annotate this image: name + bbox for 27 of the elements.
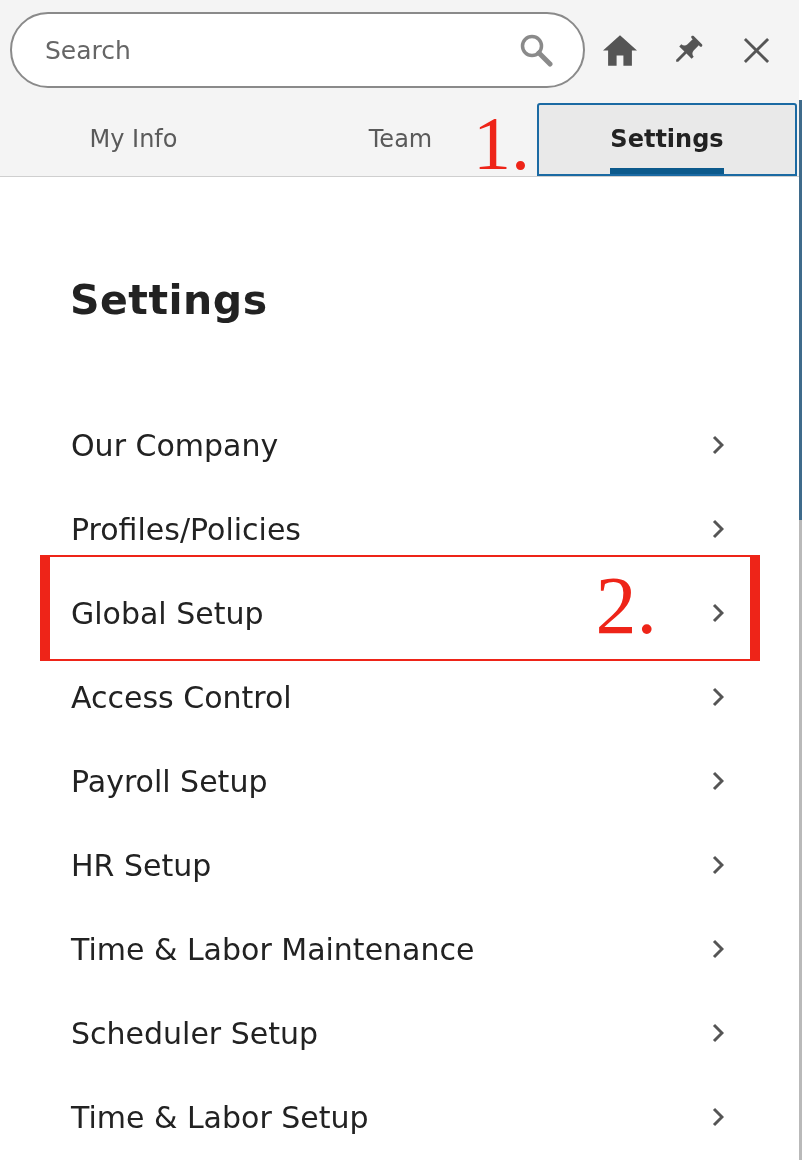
chevron-right-icon [712, 1023, 724, 1043]
close-icon [742, 36, 770, 64]
chevron-right-icon [712, 687, 724, 707]
menu-item[interactable]: HR Setup [40, 823, 760, 907]
chevron-right-icon [712, 939, 724, 959]
step-number-label: 1. [473, 105, 530, 181]
tab[interactable]: Settings [537, 103, 797, 176]
chevron-right-icon [712, 771, 724, 791]
tab[interactable]: My Info [71, 103, 196, 176]
menu-item[interactable]: Our Company [40, 403, 760, 487]
chevron-right-icon [712, 855, 724, 875]
page-heading: Settings [70, 276, 269, 324]
scrollbar-track[interactable] [799, 100, 802, 1160]
scrollbar-thumb[interactable] [799, 100, 802, 520]
chevron-right-icon [712, 1107, 724, 1127]
home-icon [603, 34, 637, 66]
menu-item[interactable]: Scheduler Setup [40, 991, 760, 1075]
menu-item[interactable]: Global Setup 2. [40, 555, 760, 661]
menu-item[interactable]: Payroll Setup [40, 739, 760, 823]
chevron-right-icon [712, 603, 724, 623]
tab[interactable]: Team [350, 103, 451, 176]
chevron-right-icon [712, 519, 724, 539]
chevron-right-icon [712, 435, 724, 455]
search-icon[interactable] [519, 33, 553, 67]
menu-item[interactable]: Time & Labor Setup [40, 1075, 760, 1159]
search-field[interactable]: Search [10, 12, 585, 88]
menu-item[interactable]: Time & Labor Maintenance [40, 907, 760, 991]
